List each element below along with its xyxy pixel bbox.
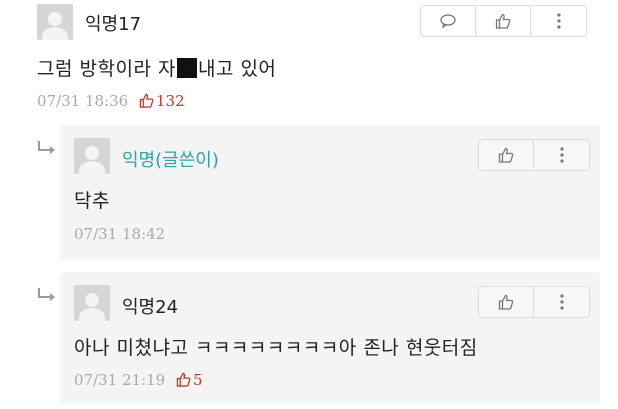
reply-arrow-icon [38,288,55,301]
like-button[interactable] [476,6,531,36]
comment-1: 익명17 그럼 방학이라 자 내고 있어 07/31 18:36 132 [0,0,618,120]
comment-author: 익명24 [122,297,179,318]
censor-block [176,58,197,78]
reply-button[interactable] [421,6,476,36]
comment-meta: 07/31 21:19 5 [74,371,203,389]
comment-meta: 07/31 18:42 [74,225,165,243]
thumbs-up-icon [498,294,514,310]
avatar [37,4,73,40]
comment-meta: 07/31 18:36 132 [37,92,185,110]
comment-author-op: 익명(글쓴이) [122,150,219,171]
comment-actions [478,286,590,318]
vertical-dots-icon [559,294,564,310]
reply-comment-1: 익명(글쓴이) 닥추 07/31 18:42 [60,125,600,260]
more-button[interactable] [534,287,589,317]
comment-actions [478,139,590,171]
reply-comment-2: 익명24 아나 미쳤냐고 ㅋㅋㅋㅋㅋㅋㅋㅋ아 존나 현웃터짐 07/31 21:… [60,272,600,404]
timestamp: 07/31 18:42 [74,225,166,243]
more-button[interactable] [534,140,589,170]
comment-text: 그럼 방학이라 자 내고 있어 [37,58,277,80]
reply-arrow-icon [38,141,55,154]
timestamp: 07/31 21:19 [74,371,166,389]
thumbs-up-icon [495,13,511,29]
comment-text: 아나 미쳤냐고 ㅋㅋㅋㅋㅋㅋㅋㅋ아 존나 현웃터짐 [74,337,478,359]
vertical-dots-icon [556,13,561,29]
thumbs-up-icon [176,372,191,387]
like-count: 5 [176,371,203,389]
vertical-dots-icon [559,147,564,163]
avatar [74,285,110,321]
comment-text: 닥추 [74,190,110,212]
comment-author: 익명17 [85,14,142,35]
speech-bubble-icon [440,14,456,28]
avatar [74,138,110,174]
thumbs-up-icon [139,93,154,108]
thumbs-up-icon [498,147,514,163]
comment-actions [420,5,587,37]
timestamp: 07/31 18:36 [37,92,129,110]
like-button[interactable] [479,140,534,170]
more-button[interactable] [531,6,586,36]
like-button[interactable] [479,287,534,317]
like-count: 132 [139,92,185,110]
